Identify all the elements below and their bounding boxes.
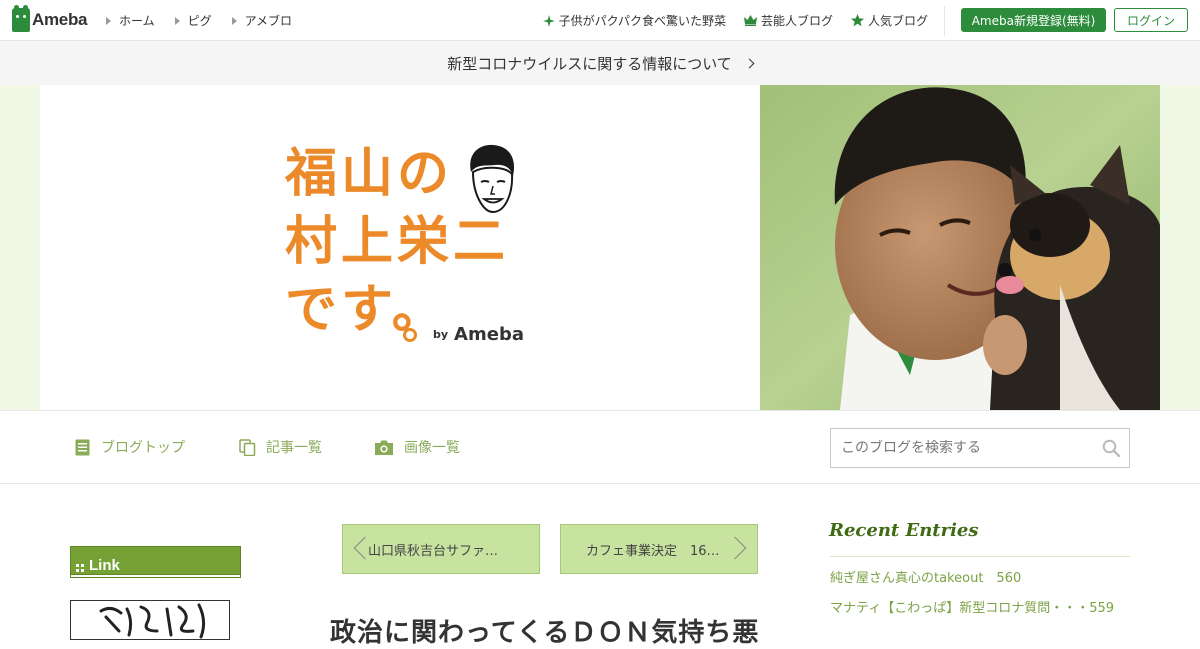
ameba-logo[interactable]: Ameba	[12, 5, 88, 33]
nav-item-home[interactable]: ホーム	[106, 12, 155, 29]
link-heading-label: Link	[89, 557, 120, 574]
next-entry-button[interactable]: カフェ事業決定 16…	[560, 524, 758, 574]
previous-entry-button[interactable]: 山口県秋吉台サファ…	[342, 524, 540, 574]
star-icon	[850, 14, 864, 27]
grid-bullet-icon	[76, 564, 84, 572]
entry-list-link[interactable]: 記事一覧	[239, 437, 322, 457]
calligraphy-banner-link[interactable]	[70, 600, 230, 640]
calligraphy-image	[99, 603, 206, 639]
recent-entry-link[interactable]: マナティ【こわっぱ】新型コロナ質問・・・559	[830, 600, 1130, 618]
portrait-illustration	[470, 144, 515, 214]
nav-label: ホーム	[119, 14, 155, 28]
blog-title-line: 村上栄二	[285, 212, 510, 272]
recent-entries-list: 純ぎ屋さん真心のtakeout 560 マナティ【こわっぱ】新型コロナ質問・・・…	[830, 570, 1130, 630]
blog-nav-label: 記事一覧	[266, 440, 322, 456]
blog-search	[830, 428, 1130, 468]
document-icon	[75, 439, 90, 455]
blog-nav-label: 画像一覧	[404, 440, 460, 456]
by-ameba-mark: by Ameba	[403, 324, 524, 345]
blog-nav-label: ブログトップ	[101, 440, 185, 456]
global-nav: ホーム ピグ アメブロ	[106, 12, 292, 29]
ameba-mascot-icon	[12, 5, 30, 32]
search-icon[interactable]	[1102, 439, 1120, 457]
image-list-link[interactable]: 画像一覧	[374, 437, 460, 457]
register-button[interactable]: Ameba新規登録(無料)	[961, 8, 1106, 32]
global-header: Ameba ホーム ピグ アメブロ 子供がパクパク食べ驚いた野菜 芸能人ブログ …	[0, 0, 1200, 41]
featured-link-label: 芸能人ブログ	[760, 14, 833, 28]
nav-label: ピグ	[187, 14, 212, 28]
blog-search-input[interactable]	[841, 440, 1091, 456]
by-label: by	[433, 328, 449, 341]
chevron-right-icon	[723, 536, 747, 560]
triangle-right-icon	[174, 16, 180, 25]
recent-entries-heading: Recent Entries	[829, 520, 979, 541]
header-photo	[760, 85, 1160, 410]
featured-link-celebrity[interactable]: 芸能人ブログ	[743, 12, 833, 29]
nav-item-pigg[interactable]: ピグ	[174, 12, 212, 29]
entry-title[interactable]: 政治に関わってくるＤＯＮ気持ち悪	[330, 612, 759, 649]
triangle-right-icon	[106, 16, 111, 25]
blog-header-banner[interactable]: 福山の 村上栄二 です。 by Ameba	[40, 85, 1160, 410]
featured-link-label: 子供がパクパク食べ驚いた野菜	[558, 14, 726, 28]
notice-text: 新型コロナウイルスに関する情報について	[447, 54, 732, 73]
blog-title-block: 福山の 村上栄二 です。 by Ameba	[285, 140, 524, 345]
recent-entry-link[interactable]: 純ぎ屋さん真心のtakeout 560	[830, 570, 1130, 588]
copy-icon	[239, 438, 256, 456]
nav-item-ameblo[interactable]: アメブロ	[231, 12, 293, 29]
divider	[944, 6, 945, 36]
chevron-right-icon	[744, 58, 755, 68]
covid-notice-link[interactable]: 新型コロナウイルスに関する情報について	[0, 41, 1200, 85]
featured-link-popular[interactable]: 人気ブログ	[850, 12, 928, 29]
link-widget-heading: Link	[70, 546, 241, 578]
nav-label: アメブロ	[244, 14, 293, 28]
featured-link-label: 人気ブログ	[867, 14, 928, 28]
crown-icon	[743, 15, 757, 26]
featured-link-vegetable[interactable]: 子供がパクパク食べ驚いた野菜	[542, 12, 726, 29]
brand-label: Ameba	[454, 324, 524, 345]
circle-mark-icon	[403, 327, 417, 342]
next-entry-label: カフェ事業決定 16…	[586, 543, 720, 559]
blog-top-link[interactable]: ブログトップ	[74, 437, 185, 457]
blog-navigation: ブログトップ 記事一覧 画像一覧	[0, 410, 1200, 484]
sparkle-icon	[542, 14, 555, 27]
previous-entry-label: 山口県秋吉台サファ…	[368, 543, 499, 559]
triangle-right-icon	[231, 16, 237, 25]
camera-icon	[375, 440, 393, 455]
logo-text: Ameba	[32, 10, 88, 29]
login-button[interactable]: ログイン	[1114, 8, 1188, 32]
divider	[830, 556, 1130, 557]
featured-links: 子供がパクパク食べ驚いた野菜 芸能人ブログ 人気ブログ	[542, 12, 928, 29]
